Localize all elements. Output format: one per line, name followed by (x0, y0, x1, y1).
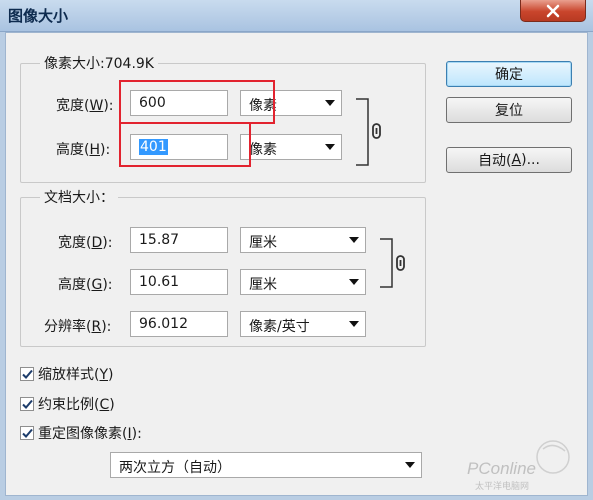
title-bar[interactable]: 图像大小 (0, 0, 593, 32)
chevron-down-icon (349, 321, 359, 327)
doc-height-label: 高度(G): (58, 277, 113, 293)
resample-image-label: 重定图像像素(I): (38, 426, 142, 442)
checkbox-box[interactable] (20, 426, 34, 440)
chevron-down-icon (349, 279, 359, 285)
chain-link-icon (380, 238, 405, 288)
pixel-height-label: 高度(H): (56, 142, 111, 158)
pconline-watermark: PConline 太平洋电脑网 (453, 439, 583, 492)
auto-button[interactable]: 自动(A)... (446, 147, 572, 173)
reset-button[interactable]: 复位 (446, 97, 572, 123)
chevron-down-icon (405, 462, 415, 468)
ok-button[interactable]: 确定 (446, 61, 572, 87)
doc-width-label: 宽度(D): (58, 235, 113, 251)
watermark-sub: 太平洋电脑网 (475, 482, 530, 492)
checkbox-box[interactable] (20, 367, 34, 381)
checkmark-icon (22, 428, 33, 438)
doc-width-unit-select[interactable]: 厘米 (240, 227, 366, 253)
constrain-proportions-checkbox[interactable]: 约束比例(C) (20, 394, 115, 414)
close-icon (546, 4, 560, 17)
chain-link-icon (356, 98, 381, 166)
scale-styles-checkbox[interactable]: 缩放样式(Y) (20, 364, 114, 384)
resolution-unit-select[interactable]: 像素/英寸 (240, 311, 366, 337)
height-highlight-box (119, 122, 251, 167)
width-highlight-box (119, 80, 275, 124)
chevron-down-icon (349, 237, 359, 243)
doc-width-input[interactable]: 15.87 (130, 227, 228, 253)
close-button[interactable] (520, 0, 586, 22)
checkmark-icon (22, 369, 33, 379)
resolution-input[interactable]: 96.012 (130, 311, 228, 337)
chevron-down-icon (325, 144, 335, 150)
dialog-body: 像素大小:704.9K 宽度(W): 600 像素 高度(H): 401 像素 … (5, 32, 588, 496)
pixel-height-unit-select[interactable]: 像素 (240, 134, 342, 160)
resolution-label: 分辨率(R): (44, 319, 112, 335)
chevron-down-icon (325, 100, 335, 106)
checkmark-icon (22, 399, 33, 409)
pixel-width-label: 宽度(W): (56, 98, 114, 114)
resample-image-checkbox[interactable]: 重定图像像素(I): (20, 423, 142, 443)
doc-height-unit-select[interactable]: 厘米 (240, 269, 366, 295)
scale-styles-label: 缩放样式(Y) (38, 367, 114, 383)
constrain-proportions-label: 约束比例(C) (38, 397, 115, 413)
document-size-label: 文档大小： (40, 187, 118, 207)
watermark-brand: PConline (467, 459, 536, 478)
window-title: 图像大小 (8, 7, 69, 25)
pixel-dimensions-label: 像素大小:704.9K (40, 53, 158, 73)
checkbox-box[interactable] (20, 397, 34, 411)
resample-method-select[interactable]: 两次立方（自动） (110, 452, 422, 478)
doc-height-input[interactable]: 10.61 (130, 269, 228, 295)
